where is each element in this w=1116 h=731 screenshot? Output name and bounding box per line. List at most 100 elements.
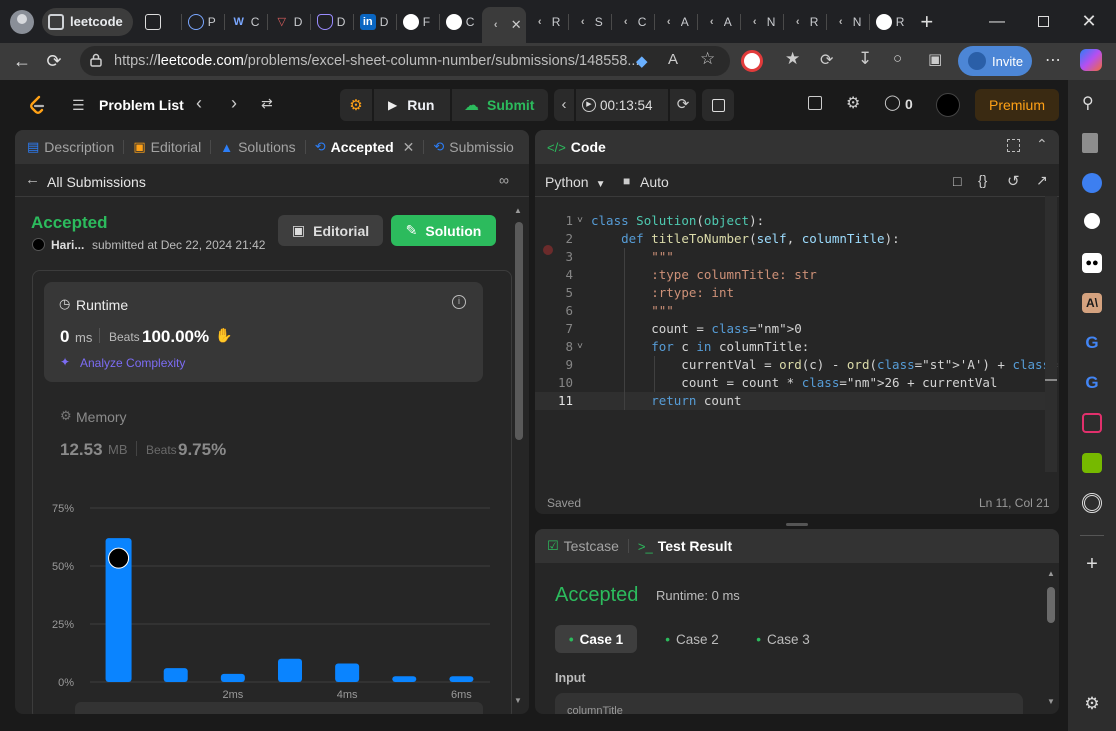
- info-icon[interactable]: i: [452, 295, 466, 309]
- browser-tab[interactable]: in D: [354, 7, 396, 37]
- test-scroll-up-icon[interactable]: ▲: [1047, 569, 1055, 578]
- browser-tab[interactable]: P: [182, 7, 224, 37]
- leetcode-logo-icon[interactable]: [28, 95, 46, 115]
- favorites-icon[interactable]: ★: [785, 49, 800, 69]
- solution-button[interactable]: ✎ Solution: [391, 215, 496, 246]
- nvidia-icon[interactable]: [1082, 453, 1102, 473]
- more-menu-icon[interactable]: ⋯: [1045, 50, 1061, 70]
- read-aloud-icon[interactable]: A: [668, 51, 678, 68]
- back-icon[interactable]: ←: [6, 46, 38, 78]
- browser-tab[interactable]: R: [870, 7, 912, 37]
- coupon-tag-icon[interactable]: ◆: [636, 52, 654, 70]
- case-3-tab[interactable]: • Case 3: [742, 625, 824, 653]
- copilot-icon[interactable]: [1080, 49, 1102, 71]
- browser-tab[interactable]: F: [397, 7, 439, 37]
- sidebar-settings-icon[interactable]: ⚙: [1082, 694, 1102, 714]
- streak-fire-icon[interactable]: ◯: [884, 93, 901, 111]
- expand-editor-icon[interactable]: ↗: [1036, 172, 1048, 189]
- google-icon-2[interactable]: G: [1082, 373, 1102, 393]
- code-line[interactable]: 9 currentVal = ord(c) - ord(class="st">'…: [535, 356, 1059, 374]
- browser-tab[interactable]: ‹ A: [655, 7, 697, 37]
- browser-tab[interactable]: ▽ D: [268, 7, 310, 37]
- anthropic-icon[interactable]: A\: [1082, 293, 1102, 313]
- profile-avatar-icon[interactable]: [10, 9, 34, 34]
- tab-group-leetcode[interactable]: leetcode: [42, 7, 133, 36]
- test-scrollbar[interactable]: ▲ ▼: [1045, 569, 1057, 709]
- browser-tab[interactable]: ‹ R: [526, 7, 568, 37]
- case-2-tab[interactable]: • Case 2: [651, 625, 733, 653]
- fullscreen-icon[interactable]: [1007, 139, 1020, 152]
- tab-code[interactable]: </> Code: [535, 130, 612, 164]
- tab-test-result[interactable]: >_ Test Result: [632, 529, 738, 563]
- tab-submissions[interactable]: ⟲ Submissio: [427, 130, 520, 164]
- address-bar[interactable]: https://leetcode.com/problems/excel-shee…: [80, 46, 730, 76]
- browser-tab[interactable]: ‹ N: [827, 7, 869, 37]
- fold-chevron-icon[interactable]: ˅: [577, 338, 583, 356]
- browser-tab[interactable]: ‹ S: [569, 7, 611, 37]
- share-link-icon[interactable]: ∞: [499, 172, 509, 188]
- new-tab-icon[interactable]: +: [912, 7, 942, 37]
- medium-icon[interactable]: ●●: [1082, 253, 1102, 273]
- settings-gear-icon[interactable]: ⚙: [846, 93, 860, 113]
- language-select[interactable]: Python ▼: [545, 174, 606, 190]
- extension-icon[interactable]: [741, 50, 763, 72]
- bookmark-icon[interactable]: □: [953, 173, 961, 189]
- browser-tab[interactable]: WC: [225, 7, 267, 37]
- browser-tab[interactable]: [139, 7, 181, 37]
- browser-tab[interactable]: D: [311, 7, 353, 37]
- scroll-up-icon[interactable]: ▲: [514, 206, 522, 215]
- submit-button[interactable]: ☁ Submit: [452, 89, 548, 121]
- invite-button[interactable]: Invite: [958, 46, 1032, 76]
- browser-tab[interactable]: C: [440, 7, 482, 37]
- breakpoint-icon[interactable]: [543, 245, 553, 255]
- code-line[interactable]: 1 ˅ class Solution(object):: [535, 212, 1057, 230]
- code-editor[interactable]: 1 ˅ class Solution(object): 2 def titleToNu…: [535, 212, 1059, 410]
- problem-list-link[interactable]: Problem List: [99, 97, 184, 113]
- editor-scrollbar[interactable]: [1045, 196, 1057, 472]
- favorite-star-icon[interactable]: ☆: [700, 49, 715, 69]
- code-line[interactable]: 8 ˅ for c in columnTitle:: [535, 338, 1057, 356]
- google-icon[interactable]: G: [1082, 333, 1102, 353]
- next-problem-icon[interactable]: ›: [231, 93, 237, 114]
- chess-icon[interactable]: [1082, 133, 1098, 153]
- timer-reset-icon[interactable]: ⟳: [670, 89, 696, 121]
- code-line[interactable]: 7 count = class="nm">0: [535, 320, 1057, 338]
- close-tab-icon[interactable]: ✕: [403, 139, 415, 156]
- code-line[interactable]: 3 """: [535, 248, 1057, 266]
- test-scroll-down-icon[interactable]: ▼: [1047, 697, 1055, 706]
- code-line[interactable]: 5 :rtype: int: [535, 284, 1057, 302]
- copilot-sidebar-icon[interactable]: [1082, 173, 1102, 193]
- shuffle-icon[interactable]: ⇄: [261, 95, 273, 112]
- close-window-icon[interactable]: ✕: [1066, 0, 1112, 43]
- chat-icon[interactable]: ○: [893, 50, 902, 67]
- premium-button[interactable]: Premium: [975, 89, 1059, 121]
- back-arrow-icon[interactable]: ←: [25, 171, 40, 188]
- run-button[interactable]: ▶ Run: [374, 89, 450, 121]
- submitter-name[interactable]: Hari...: [51, 238, 84, 252]
- auto-mode-toggle[interactable]: Auto: [640, 174, 669, 190]
- panel-resize-handle[interactable]: [786, 523, 808, 526]
- code-line[interactable]: 6 """: [535, 302, 1057, 320]
- browser-tab[interactable]: ‹ A: [698, 7, 740, 37]
- format-code-icon[interactable]: {}: [978, 172, 987, 188]
- screenshot-icon[interactable]: ▣: [928, 50, 942, 68]
- instagram-icon[interactable]: [1082, 413, 1102, 433]
- browser-tab[interactable]: ‹ N: [741, 7, 783, 37]
- code-line[interactable]: 2 def titleToNumber(self, columnTitle):: [535, 230, 1057, 248]
- tab-accepted[interactable]: ⟲ Accepted ✕: [309, 130, 421, 164]
- search-icon[interactable]: ⚲: [1082, 93, 1102, 113]
- reload-icon[interactable]: ⟳: [38, 46, 70, 78]
- reset-code-icon[interactable]: ↺: [1007, 172, 1020, 190]
- timer[interactable]: ▶ 00:13:54: [576, 89, 668, 121]
- maximize-icon[interactable]: [1020, 0, 1066, 43]
- debug-icon[interactable]: ⚙: [340, 89, 372, 121]
- browser-tab[interactable]: ‹ R: [784, 7, 826, 37]
- chatgpt-sidebar-icon[interactable]: [1084, 213, 1100, 229]
- timer-collapse-icon[interactable]: ‹: [554, 89, 574, 121]
- tab-description[interactable]: ▤ Description: [15, 130, 120, 164]
- collapse-panel-icon[interactable]: ⌃: [1036, 136, 1048, 153]
- user-avatar[interactable]: [936, 93, 960, 117]
- editorial-button[interactable]: ▣ Editorial: [278, 215, 383, 246]
- code-line[interactable]: 4 :type columnTitle: str: [535, 266, 1057, 284]
- close-tab-icon[interactable]: ✕: [511, 17, 522, 33]
